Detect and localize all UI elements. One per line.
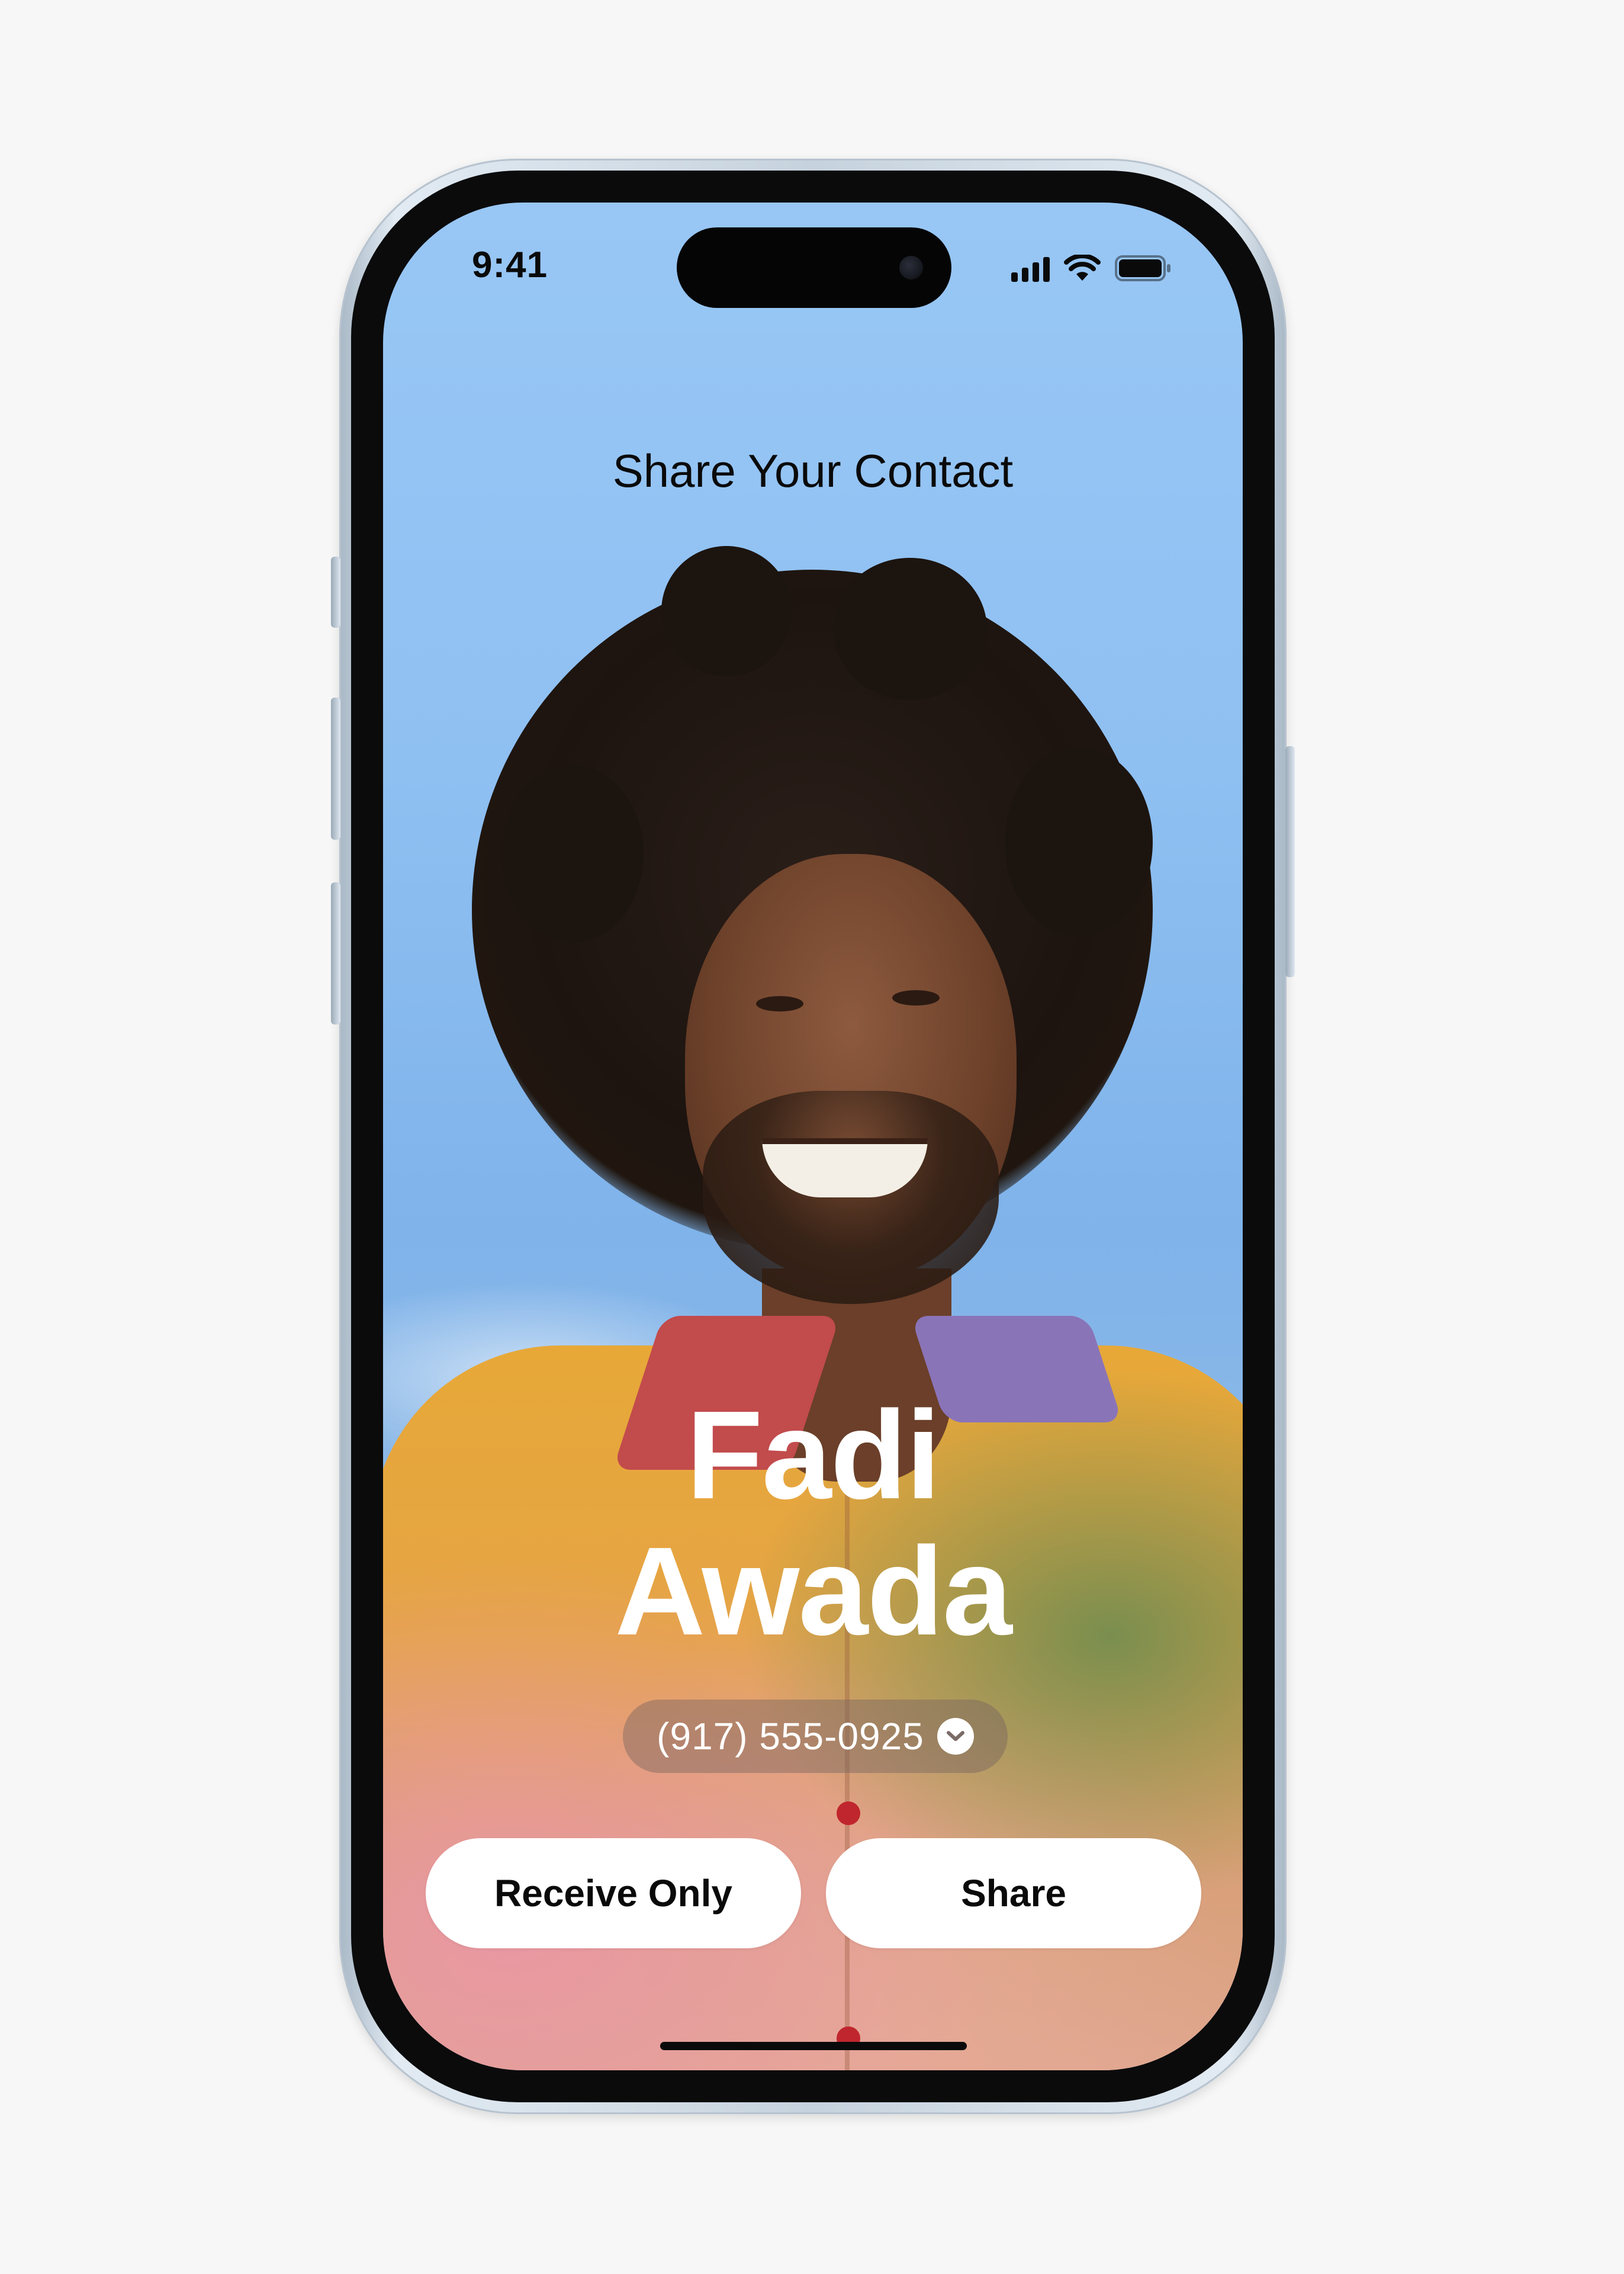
side-power-button [1285,746,1295,977]
home-indicator[interactable] [660,2042,967,2050]
status-time: 9:41 [472,245,548,285]
dynamic-island [677,227,951,308]
cellular-signal-icon [1011,256,1050,282]
hair-curl [1005,747,1153,937]
phone-screen: 9:41 Share Your Contact Fadi Awada (917)… [383,203,1243,2070]
phone-number-selector[interactable]: (917) 555-0925 [623,1700,1008,1773]
receive-only-button[interactable]: Receive Only [426,1838,801,1948]
chevron-down-icon [937,1718,974,1755]
shirt-button [837,1801,860,1825]
phone-number: (917) 555-0925 [657,1715,924,1758]
hair-curl [661,546,792,676]
wifi-icon [1064,255,1101,281]
page-title: Share Your Contact [612,445,1014,497]
battery-icon [1115,255,1170,281]
volume-down-button [331,882,340,1024]
contact-name: Fadi Awada [383,1387,1243,1659]
contact-last-name: Awada [615,1521,1012,1661]
right-eye [892,990,940,1006]
beard [703,1091,999,1304]
action-button [331,557,340,628]
iphone-frame: 9:41 Share Your Contact Fadi Awada (917)… [331,159,1295,2114]
status-icons [1011,255,1172,282]
contact-first-name: Fadi [686,1385,941,1525]
volume-up-button [331,698,340,840]
front-camera-icon [899,256,923,280]
canvas: 9:41 Share Your Contact Fadi Awada (917)… [0,0,1624,2274]
hair-curl [833,558,987,700]
left-eye [756,996,803,1011]
hair-curl [501,765,644,943]
share-button[interactable]: Share [826,1838,1201,1948]
